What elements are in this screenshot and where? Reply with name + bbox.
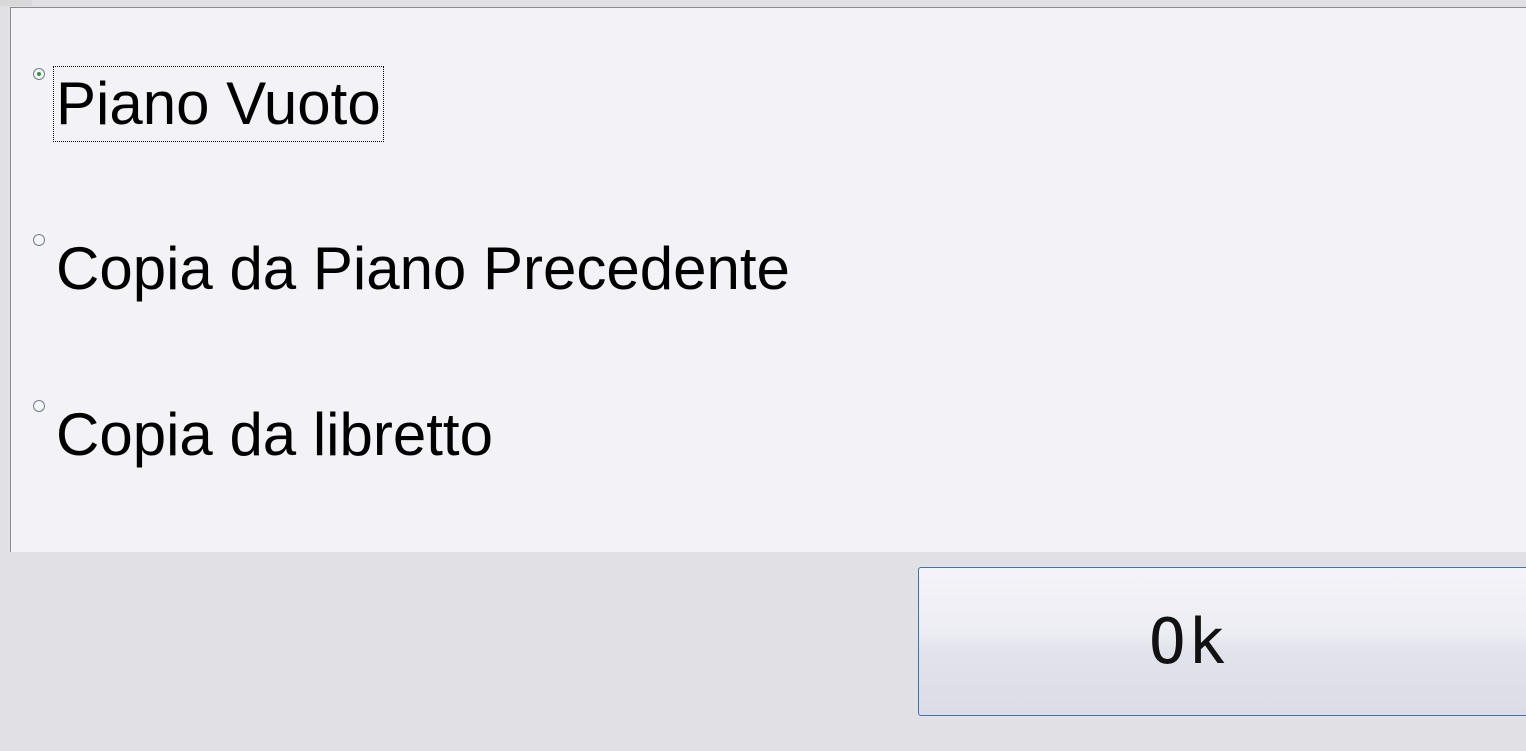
radio-label-copia-libretto[interactable]: Copia da libretto <box>54 398 495 472</box>
radio-label-copia-piano-precedente[interactable]: Copia da Piano Precedente <box>54 232 792 306</box>
radio-label-piano-vuoto[interactable]: Piano Vuoto <box>53 66 384 142</box>
ok-button-label: Ok <box>1148 605 1228 678</box>
radio-checked-icon[interactable] <box>33 68 45 80</box>
ok-button[interactable]: Ok <box>918 567 1526 716</box>
radio-unchecked-icon[interactable] <box>33 234 45 246</box>
panel-corner-mark <box>0 0 32 6</box>
dialog-window: Piano Vuoto Copia da Piano Precedente Co… <box>0 0 1526 751</box>
radio-unchecked-icon[interactable] <box>33 400 45 412</box>
